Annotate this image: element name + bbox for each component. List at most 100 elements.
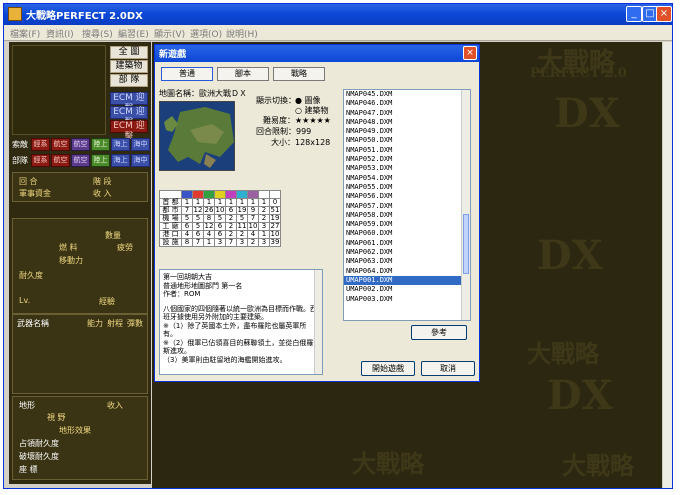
file-list-item[interactable]: NMAP056.DXM (344, 192, 470, 201)
watermark-line1d: 大戰略 (562, 451, 634, 480)
field-label: 視 野 (47, 413, 66, 422)
main-vertical-scrollbar[interactable] (662, 42, 672, 488)
map-size: 大小：128x128 (271, 138, 331, 147)
file-list-item[interactable]: NMAP048.DXM (344, 118, 470, 127)
file-list-item[interactable]: NMAP064.DXM (344, 267, 470, 276)
tab-strategy[interactable]: 戰略 (273, 67, 325, 81)
stats-cell: 1 (203, 238, 215, 247)
file-list-item[interactable]: UMAP003.DXM (344, 295, 470, 304)
file-list-scrollbar[interactable] (461, 90, 470, 320)
search-btn-2[interactable]: 航空 (51, 138, 70, 151)
file-list-item[interactable]: NMAP053.DXM (344, 164, 470, 173)
view-buildings-button[interactable]: 建築物 (110, 60, 148, 73)
ecm-button-1[interactable]: ECM 迎擊 (110, 92, 148, 114)
new-game-dialog: 新遊戲 × 普通 腳本 戰略 地圖名稱：歐洲大戰ＤＸ 顯示切換： ● 圖像 ○ … (154, 44, 480, 382)
unit-btn-1[interactable]: 經系 (31, 154, 50, 167)
search-btn-5[interactable]: 海上 (111, 138, 130, 151)
unit-btn-3[interactable]: 航空 (71, 154, 90, 167)
dialog-close-icon[interactable]: × (463, 46, 477, 60)
menu-options[interactable]: 選項(O) (190, 27, 222, 40)
unit-btn-6[interactable]: 海中 (131, 154, 150, 167)
close-icon[interactable]: × (656, 6, 672, 22)
file-list-item[interactable]: UMAP001.DXM (344, 275, 470, 286)
scenario-description: 第一回胡朝大吉 普通地形地圖部門 第一名 作者：ROM 八個國家的四個隨著以統一… (159, 269, 323, 375)
file-list-item[interactable]: NMAP059.DXM (344, 220, 470, 229)
menu-view[interactable]: 顯示(V) (154, 27, 185, 40)
search-btn-1[interactable]: 經系 (31, 138, 50, 151)
watermark-line2: PERFECT (530, 66, 600, 81)
file-list-item[interactable]: NMAP052.DXM (344, 155, 470, 164)
file-list-item[interactable]: NMAP061.DXM (344, 239, 470, 248)
watermark-line3: 2.0 (604, 66, 627, 81)
view-units-button[interactable]: 部 隊 (110, 74, 148, 87)
coord-label: 座 標 (19, 465, 38, 474)
menu-info[interactable]: 資訊(I) (46, 27, 74, 40)
search-btn-3[interactable]: 航空 (71, 138, 90, 151)
app-icon (8, 7, 22, 21)
dialog-title-bar[interactable]: 新遊戲 × (155, 45, 479, 62)
file-list-item[interactable]: NMAP047.DXM (344, 109, 470, 118)
menu-file[interactable]: 檔案(F) (10, 27, 40, 40)
unit-info-panel (12, 218, 148, 314)
minimap[interactable] (12, 45, 106, 135)
file-list-item[interactable]: NMAP050.DXM (344, 136, 470, 145)
desc-line-1: 第一回胡朝大吉 (163, 273, 212, 281)
terrain-effect-label: 地形效果 (59, 426, 91, 435)
file-list-item[interactable]: NMAP058.DXM (344, 211, 470, 220)
file-list-item[interactable]: NMAP045.DXM (344, 90, 470, 99)
fatigue-label: 疲勞 (117, 243, 133, 252)
stats-cell: 8 (181, 238, 193, 247)
file-list-item[interactable]: NMAP062.DXM (344, 248, 470, 257)
file-list-item[interactable]: UMAP002.DXM (344, 285, 470, 294)
ecm-button-2[interactable]: ECM 迎擊 (110, 106, 148, 128)
file-list-item[interactable]: NMAP063.DXM (344, 257, 470, 266)
watermark-logo-8: DX (547, 372, 613, 419)
file-list-item[interactable]: NMAP057.DXM (344, 202, 470, 211)
display-option-image-label: 圖像 (304, 96, 321, 105)
occupied-label: 占領耐久度 (19, 439, 59, 448)
menu-search[interactable]: 搜尋(S) (82, 27, 113, 40)
file-list-item[interactable]: NMAP055.DXM (344, 183, 470, 192)
watermark-line1c: 大戰略 (352, 449, 424, 478)
watermark-logo-3: DX (554, 90, 620, 137)
display-switch-label: 顯示切換： (256, 96, 296, 105)
cancel-button[interactable]: 取消 (421, 361, 475, 376)
map-file-list[interactable]: NMAP045.DXM NMAP046.DXM NMAP047.DXM NMAP048… (343, 89, 471, 321)
ecm-button-3[interactable]: ECM 迎擊 (110, 120, 148, 142)
unit-btn-5[interactable]: 海上 (111, 154, 130, 167)
unit-btn-2[interactable]: 航空 (51, 154, 70, 167)
experience-label: 經驗 (99, 297, 115, 306)
title-bar[interactable]: 大戰略PERFECT 2.0DX _ □ × (4, 4, 672, 25)
fuel-label: 燃 料 (59, 243, 78, 252)
unit-btn-4[interactable]: 陸上 (91, 154, 110, 167)
tab-normal[interactable]: 普通 (161, 67, 213, 81)
menu-help[interactable]: 說明(H) (226, 27, 258, 40)
count-label: 數量 (105, 231, 121, 240)
file-list-scroll-thumb[interactable] (463, 214, 469, 274)
view-all-button[interactable]: 全 圖 (110, 46, 148, 59)
lv-label: Lv. (19, 296, 31, 305)
file-list-item[interactable]: NMAP049.DXM (344, 127, 470, 136)
watermark-logo-4: DX (537, 232, 603, 279)
reference-button[interactable]: 參考 (411, 325, 467, 340)
description-scrollbar[interactable] (314, 270, 322, 374)
file-list-item[interactable]: NMAP046.DXM (344, 99, 470, 108)
search-btn-6[interactable]: 海中 (131, 138, 150, 151)
stats-cell: 7 (192, 238, 204, 247)
stats-cell: 3 (258, 238, 270, 247)
start-game-button[interactable]: 開始遊戲 (361, 361, 415, 376)
search-btn-4[interactable]: 陸上 (91, 138, 110, 151)
file-list-item[interactable]: NMAP060.DXM (344, 229, 470, 238)
minimize-icon[interactable]: _ (626, 6, 642, 22)
file-list-item[interactable]: NMAP054.DXM (344, 174, 470, 183)
map-preview (159, 101, 235, 171)
file-list-item[interactable]: NMAP051.DXM (344, 146, 470, 155)
menu-edit[interactable]: 編習(E) (118, 27, 149, 40)
stats-cell: 2 (247, 238, 259, 247)
watermark-line1b: 大戰略 (527, 339, 599, 368)
tab-script[interactable]: 腳本 (217, 67, 269, 81)
turn-label: 回 合 (19, 177, 38, 186)
unit-row-label: 部隊 (12, 156, 28, 165)
desc-line-8: （3）美軍則由駐留地的海艦開始進攻。 (163, 355, 287, 364)
watermark-logo-2: PERFECT 2.0 (530, 66, 627, 81)
